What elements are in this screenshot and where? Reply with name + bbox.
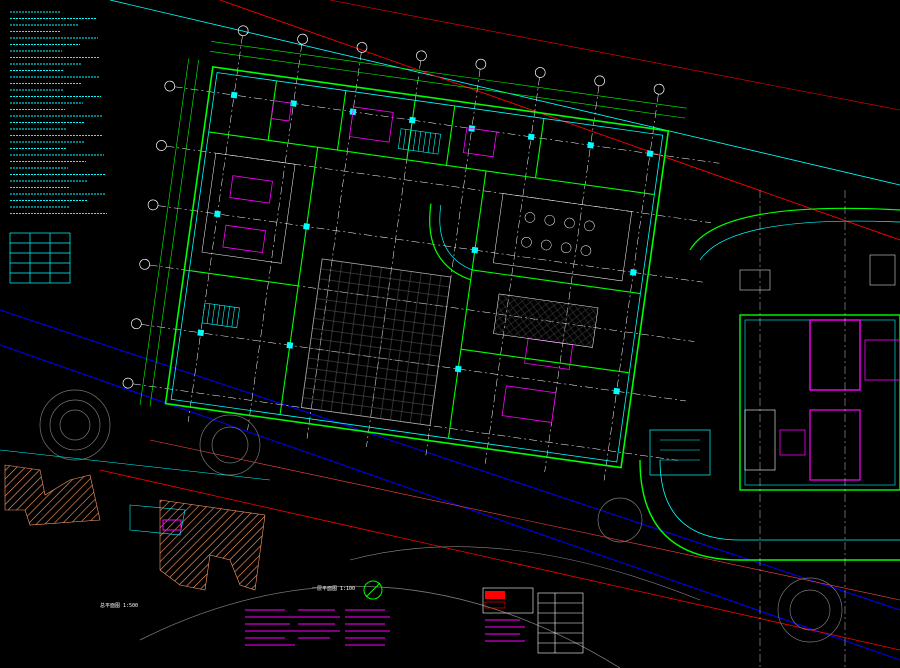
courtyard — [300, 258, 452, 427]
cad-drawing-canvas: 总平面图 1:500 一层平面图 1:100 — [0, 0, 900, 668]
site-plan-hatched — [0, 449, 271, 591]
hall-seating — [493, 212, 599, 348]
curved-entrance — [429, 203, 471, 281]
design-notes-block — [10, 11, 107, 214]
east-wing-plan — [639, 190, 900, 668]
bottom-notes-block — [245, 609, 525, 646]
site-plan-title: 总平面图 1:500 — [100, 602, 138, 609]
plan-title: 一层平面图 1:100 — [312, 586, 355, 592]
legend-table — [9, 232, 71, 284]
north-arrow-icon — [363, 580, 383, 600]
